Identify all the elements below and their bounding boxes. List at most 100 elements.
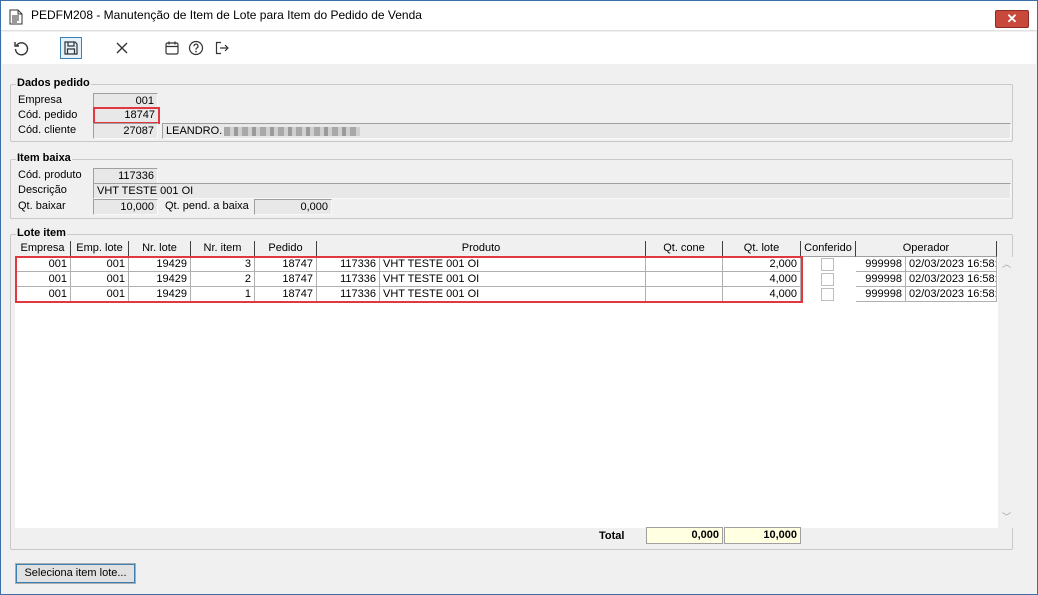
cell-nr-lote: 19429	[129, 287, 191, 302]
descricao-field[interactable]: VHT TESTE 001 OI	[93, 183, 1011, 199]
cell-operador-data: 02/03/2023 16:58:	[906, 257, 997, 272]
col-emp-lote[interactable]: Emp. lote	[71, 241, 129, 257]
total-qt-lote: 10,000	[724, 527, 801, 544]
col-qt-lote[interactable]: Qt. lote	[723, 241, 801, 257]
cell-qt-lote: 2,000	[723, 257, 801, 272]
col-conferido[interactable]: Conferido	[801, 241, 856, 257]
cell-cod-produto: 117336	[317, 287, 380, 302]
redacted-name	[224, 126, 361, 136]
cell-qt-lote: 4,000	[723, 287, 801, 302]
cod-produto-field[interactable]: 117336	[93, 168, 158, 184]
cell-conferido	[801, 257, 856, 272]
calendar-icon	[165, 41, 179, 55]
cell-qt-cone	[646, 257, 723, 272]
cod-pedido-field[interactable]: 18747	[93, 107, 160, 124]
col-nr-lote[interactable]: Nr. lote	[129, 241, 191, 257]
scroll-up-icon[interactable]: ︿	[1002, 260, 1011, 269]
cell-produto: VHT TESTE 001 OI	[380, 287, 646, 302]
cell-qt-cone	[646, 272, 723, 287]
close-button[interactable]: ✕	[995, 10, 1029, 28]
cell-produto: VHT TESTE 001 OI	[380, 272, 646, 287]
exit-button[interactable]	[211, 37, 233, 59]
cell-empresa: 001	[15, 257, 71, 272]
seleciona-item-lote-button[interactable]: Seleciona item lote...	[15, 563, 136, 584]
cod-produto-label: Cód. produto	[18, 169, 82, 181]
table-row[interactable]: 001 001 19429 2 18747 117336 VHT TESTE 0…	[15, 272, 998, 287]
table-row[interactable]: 001 001 19429 3 18747 117336 VHT TESTE 0…	[15, 257, 998, 272]
cliente-nome-text: LEANDRO.	[166, 125, 223, 137]
cancel-button[interactable]	[111, 37, 133, 59]
qt-pend-field[interactable]: 0,000	[254, 199, 332, 215]
refresh-button[interactable]	[10, 37, 32, 59]
cell-cod-produto: 117336	[317, 257, 380, 272]
cell-pedido: 18747	[255, 272, 317, 287]
title-bar[interactable]: PEDFM208 - Manutenção de Item de Lote pa…	[1, 1, 1037, 31]
cell-pedido: 18747	[255, 287, 317, 302]
descricao-label: Descrição	[18, 184, 67, 196]
cod-pedido-label: Cód. pedido	[18, 109, 78, 121]
cell-nr-item: 1	[191, 287, 255, 302]
cancel-icon	[116, 42, 128, 54]
cliente-nome-field[interactable]: LEANDRO.	[162, 123, 1011, 139]
cell-operador-data: 02/03/2023 16:58:	[906, 272, 997, 287]
qt-baixar-field[interactable]: 10,000	[93, 199, 158, 215]
cell-operador-cod: 999998	[856, 272, 906, 287]
col-operador[interactable]: Operador	[856, 241, 997, 257]
cell-nr-lote: 19429	[129, 257, 191, 272]
col-empresa[interactable]: Empresa	[15, 241, 71, 257]
col-pedido[interactable]: Pedido	[255, 241, 317, 257]
cod-cliente-label: Cód. cliente	[18, 124, 77, 136]
cell-emp-lote: 001	[71, 257, 129, 272]
help-button[interactable]	[185, 37, 207, 59]
save-icon	[64, 41, 78, 55]
cell-cod-produto: 117336	[317, 272, 380, 287]
grid-scrollbar[interactable]: ︿ ﹀	[998, 257, 1015, 528]
cell-nr-lote: 19429	[129, 272, 191, 287]
calendar-button[interactable]	[161, 37, 183, 59]
scroll-down-icon[interactable]: ﹀	[1002, 513, 1011, 522]
cell-conferido	[801, 272, 856, 287]
cell-operador-cod: 999998	[856, 257, 906, 272]
dados-pedido-legend: Dados pedido	[16, 77, 91, 89]
cell-empresa: 001	[15, 272, 71, 287]
cell-nr-item: 2	[191, 272, 255, 287]
lote-item-grid[interactable]: Empresa Emp. lote Nr. lote Nr. item Pedi…	[15, 241, 998, 528]
qt-pend-label: Qt. pend. a baixa	[165, 200, 249, 212]
cell-operador-data: 02/03/2023 16:58:	[906, 287, 997, 302]
cell-produto: VHT TESTE 001 OI	[380, 257, 646, 272]
toolbar	[2, 32, 1036, 64]
cell-pedido: 18747	[255, 257, 317, 272]
total-qt-cone: 0,000	[646, 527, 723, 544]
help-icon	[188, 40, 204, 56]
item-baixa-legend: Item baixa	[16, 152, 72, 164]
col-qt-cone[interactable]: Qt. cone	[646, 241, 723, 257]
save-button[interactable]	[60, 37, 82, 59]
lote-item-legend: Lote item	[16, 227, 67, 239]
col-produto[interactable]: Produto	[317, 241, 646, 257]
total-label: Total	[599, 530, 625, 542]
refresh-icon	[14, 42, 29, 56]
conferido-checkbox[interactable]	[821, 288, 834, 301]
cell-nr-item: 3	[191, 257, 255, 272]
cell-emp-lote: 001	[71, 287, 129, 302]
document-icon	[9, 9, 23, 25]
cell-operador-cod: 999998	[856, 287, 906, 302]
qt-baixar-label: Qt. baixar	[18, 200, 66, 212]
table-row[interactable]: 001 001 19429 1 18747 117336 VHT TESTE 0…	[15, 287, 998, 302]
empresa-label: Empresa	[18, 94, 63, 106]
content-area: Dados pedido Empresa 001 Cód. pedido 187…	[2, 64, 1036, 594]
dados-pedido-group: Dados pedido Empresa 001 Cód. pedido 187…	[10, 77, 1013, 142]
window-title: PEDFM208 - Manutenção de Item de Lote pa…	[31, 8, 422, 22]
grid-header: Empresa Emp. lote Nr. lote Nr. item Pedi…	[15, 241, 998, 257]
item-baixa-group: Item baixa Cód. produto 117336 Descrição…	[10, 152, 1013, 219]
cell-qt-cone	[646, 287, 723, 302]
cell-emp-lote: 001	[71, 272, 129, 287]
cell-conferido	[801, 287, 856, 302]
col-nr-item[interactable]: Nr. item	[191, 241, 255, 257]
exit-icon	[215, 41, 229, 55]
main-window: PEDFM208 - Manutenção de Item de Lote pa…	[0, 0, 1038, 595]
cell-qt-lote: 4,000	[723, 272, 801, 287]
conferido-checkbox[interactable]	[821, 258, 834, 271]
conferido-checkbox[interactable]	[821, 273, 834, 286]
cod-cliente-field[interactable]: 27087	[93, 123, 158, 139]
